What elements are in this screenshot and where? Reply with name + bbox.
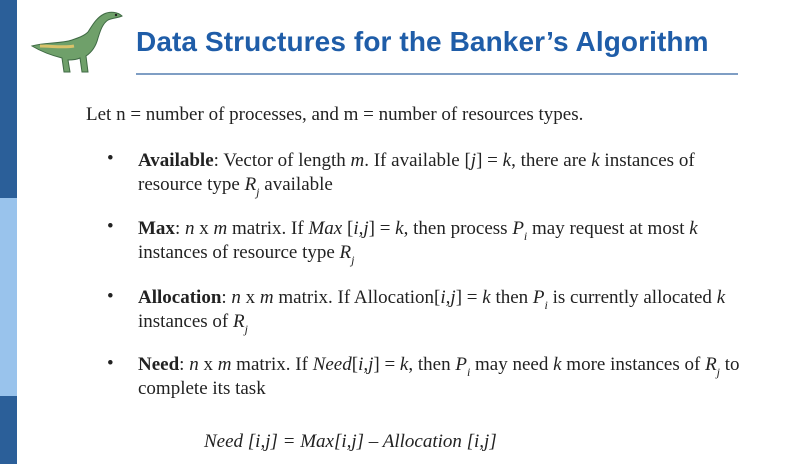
need-formula: Need [i,j] = Max[i,j] – Allocation [i,j] [204,431,497,452]
bullet-icon: • [107,286,114,307]
list-item-need: Need: n x m matrix. If Need[i,j] = k, th… [138,354,740,399]
page-title: Data Structures for the Banker’s Algorit… [136,26,709,57]
sidebar-light-segment [0,198,17,396]
bullet-icon: • [107,353,114,374]
bullet-icon: • [107,148,114,169]
intro-text: Let n = number of processes, and m = num… [86,104,584,125]
bullet-icon: • [107,216,114,237]
list-item-available: Available: Vector of length m. If availa… [138,150,695,199]
title-underline [136,73,738,75]
left-sidebar-bar [0,0,17,464]
list-item-allocation: Allocation: n x m matrix. If Allocation[… [138,287,726,336]
list-item-max: Max: n x m matrix. If Max [i,j] = k, the… [138,218,698,267]
dinosaur-logo-icon [30,11,123,73]
